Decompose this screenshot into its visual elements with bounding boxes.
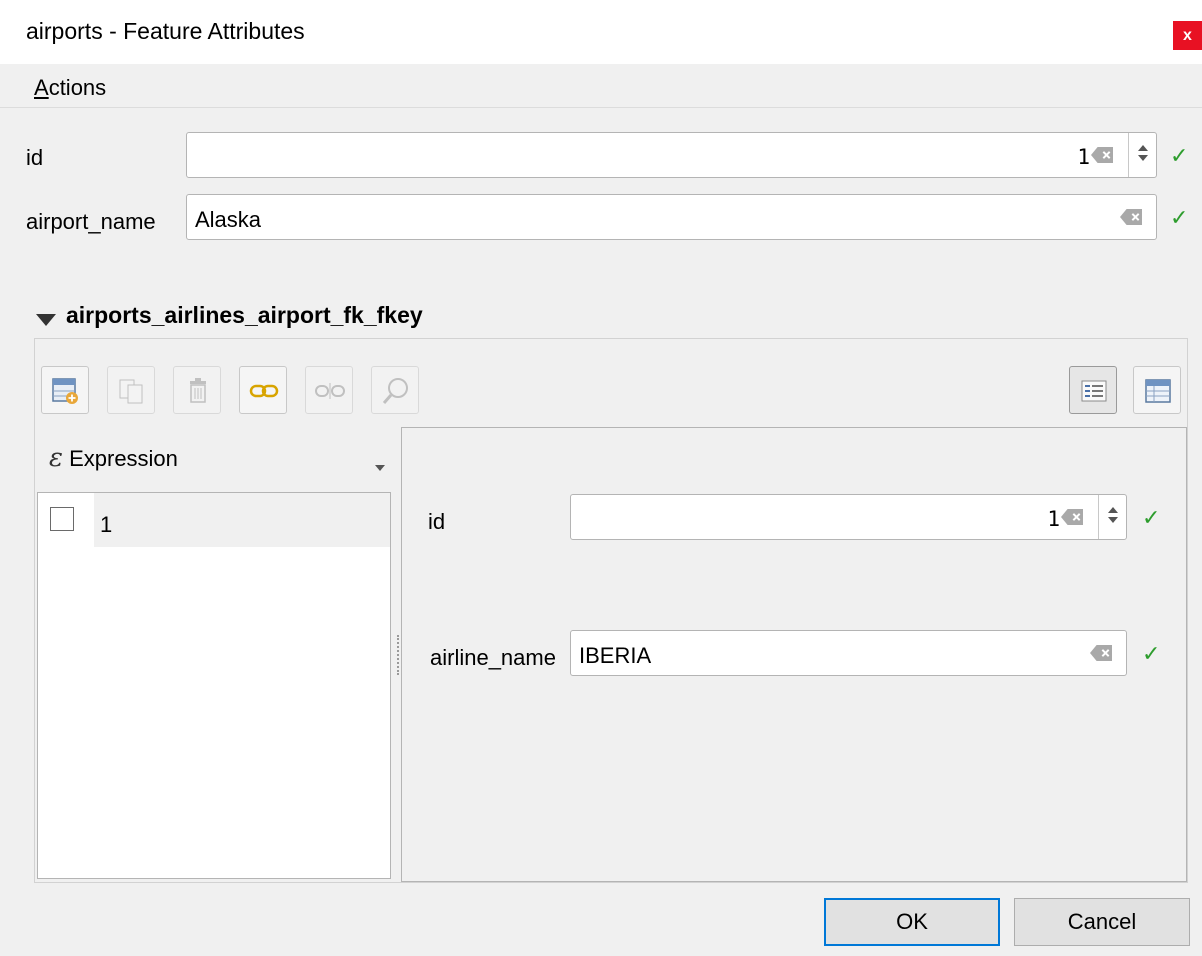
splitter-handle[interactable] [397,635,399,675]
form-view-button[interactable] [1069,366,1117,414]
relation-title[interactable]: airports_airlines_airport_fk_fkey [66,302,423,329]
list-item-highlight [94,493,390,547]
close-button[interactable]: x [1173,21,1202,50]
unlink-feature-icon [315,383,345,399]
title-bar: airports - Feature Attributes x [0,0,1202,64]
clear-icon[interactable] [1091,147,1113,163]
link-feature-icon [249,384,279,398]
child-id-spinbox-arrows[interactable] [1098,495,1126,539]
add-child-feature-button[interactable] [41,366,89,414]
menu-actions[interactable]: Actions [34,75,106,101]
duplicate-feature-button[interactable] [107,366,155,414]
airline-name-label: airline_name [430,645,556,670]
menu-actions-label: ctions [48,75,107,100]
cancel-button[interactable]: Cancel [1014,898,1190,946]
unlink-feature-button[interactable] [305,366,353,414]
list-item[interactable]: 1 [38,493,390,547]
form-view-icon [1081,380,1107,402]
table-view-icon [1145,379,1171,403]
id-value: 1 [1077,145,1090,169]
airline-name-field[interactable]: IBERIA [570,630,1127,676]
menu-actions-mnemonic: A [34,75,49,100]
duplicate-feature-icon [119,379,143,404]
zoom-to-feature-button[interactable] [371,366,419,414]
chevron-down-icon[interactable] [375,465,385,471]
child-id-label: id [428,509,446,534]
check-icon: ✓ [1142,641,1161,666]
feature-list: 1 [37,492,391,879]
id-field[interactable]: 1 [186,132,1157,178]
add-child-feature-icon [52,378,78,404]
airport-name-field[interactable]: Alaska [186,194,1157,240]
feature-list-pane: ε Expression 1 [35,427,391,882]
spin-down-icon[interactable] [1138,155,1148,161]
child-id-value: 1 [1047,507,1060,531]
child-form-pane: id 1 ✓ airline_name IBERIA ✓ [401,427,1187,882]
expression-icon: ε [49,443,63,473]
ok-button[interactable]: OK [824,898,1000,946]
menu-bar: Actions [0,64,1202,108]
check-icon: ✓ [1170,205,1189,230]
collapse-arrow-icon[interactable] [36,314,56,326]
spin-up-icon[interactable] [1138,145,1148,151]
check-icon: ✓ [1170,143,1189,168]
airport-name-label: airport_name [26,209,156,234]
zoom-to-feature-icon [382,378,408,404]
airport-name-value: Alaska [195,207,262,232]
delete-feature-icon [190,378,206,403]
list-item-checkbox[interactable] [50,507,74,531]
link-feature-button[interactable] [239,366,287,414]
relation-panel: ε Expression 1 id 1 ✓ airline_name IBERI… [34,338,1188,883]
delete-feature-button[interactable] [173,366,221,414]
child-id-field[interactable]: 1 [570,494,1127,540]
expression-label: Expression [69,446,178,471]
spin-up-icon[interactable] [1108,507,1118,513]
clear-icon[interactable] [1090,645,1112,661]
airline-name-value: IBERIA [579,643,652,668]
id-label: id [26,145,44,170]
clear-icon[interactable] [1120,209,1142,225]
check-icon: ✓ [1142,505,1161,530]
table-view-button[interactable] [1133,366,1181,414]
expression-selector[interactable]: ε Expression [49,443,178,473]
window-title: airports - Feature Attributes [26,18,305,44]
spin-down-icon[interactable] [1108,517,1118,523]
list-item-label: 1 [100,512,113,537]
id-spinbox-arrows[interactable] [1128,133,1156,177]
clear-icon[interactable] [1061,509,1083,525]
